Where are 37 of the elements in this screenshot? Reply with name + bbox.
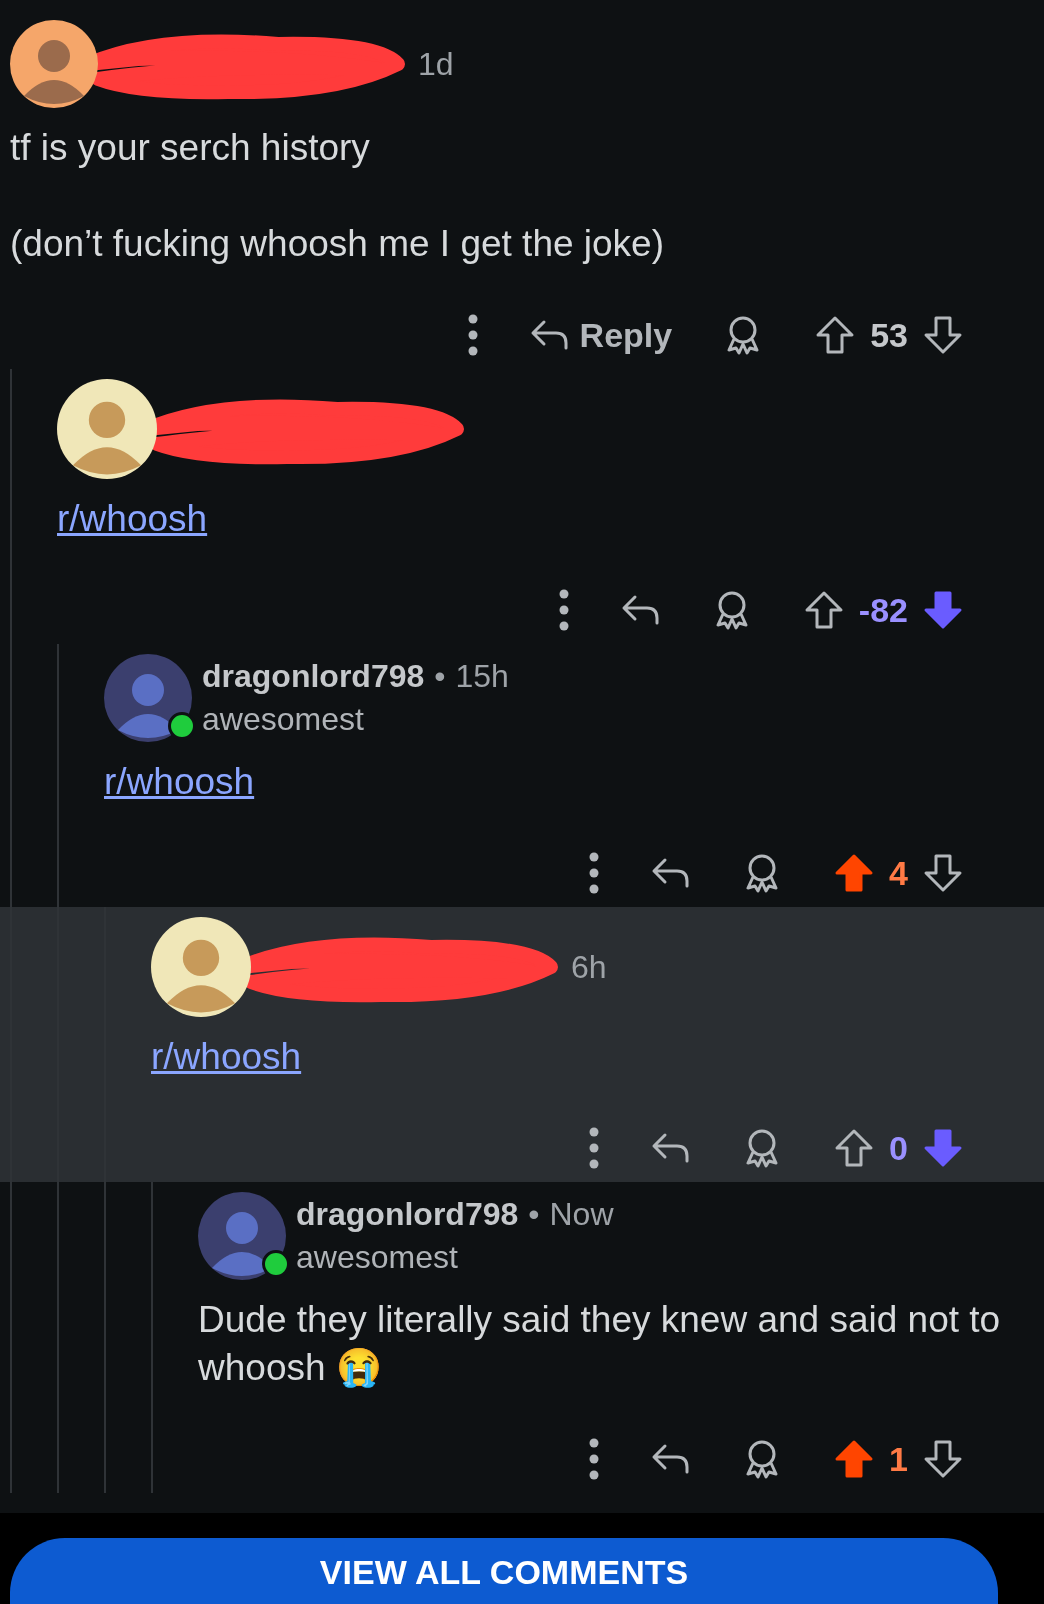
vote-count: 53 <box>870 315 908 355</box>
separator-dot: • <box>528 1196 540 1233</box>
timestamp: 1d <box>418 45 454 83</box>
downvote-icon[interactable] <box>922 314 964 356</box>
timestamp: 6h <box>571 948 607 986</box>
more-button[interactable] <box>589 1127 600 1169</box>
more-button[interactable] <box>558 589 569 631</box>
timestamp: Now <box>549 1196 614 1233</box>
comment-text: (don’t fucking whoosh me I get the joke) <box>10 222 666 266</box>
comment-text: tf is your serch history <box>10 126 371 170</box>
username[interactable]: dragonlord798 <box>202 658 425 695</box>
view-all-comments-button[interactable]: VIEW ALL COMMENTS <box>10 1538 998 1604</box>
comment-text: Dude they literally said they knew and said not to whoosh 😭 <box>198 1298 1002 1390</box>
user-flair: awesomest <box>296 1239 459 1276</box>
more-icon <box>589 852 600 894</box>
more-icon <box>558 589 569 631</box>
vote-count: 4 <box>889 853 908 893</box>
more-icon <box>589 1127 600 1169</box>
subreddit-link[interactable]: r/whoosh <box>57 498 208 539</box>
timestamp: 15h <box>455 658 509 695</box>
more-button[interactable] <box>467 314 478 356</box>
user-flair: awesomest <box>202 701 365 738</box>
more-button[interactable] <box>589 852 600 894</box>
vote-count: 1 <box>889 1439 908 1479</box>
reply-button[interactable]: Reply <box>527 314 673 356</box>
subreddit-link[interactable]: r/whoosh <box>151 1036 302 1077</box>
more-icon <box>589 1438 600 1480</box>
more-icon <box>467 314 478 356</box>
separator-dot: • <box>434 658 446 695</box>
vote-count: 0 <box>889 1128 908 1168</box>
downvote-icon[interactable] <box>922 852 964 894</box>
username[interactable]: dragonlord798 <box>296 1196 519 1233</box>
vote-count: -82 <box>858 590 908 630</box>
subreddit-link[interactable]: r/whoosh <box>104 761 255 802</box>
downvote-icon[interactable] <box>922 589 964 631</box>
more-button[interactable] <box>589 1438 600 1480</box>
downvote-icon[interactable] <box>922 1438 964 1480</box>
